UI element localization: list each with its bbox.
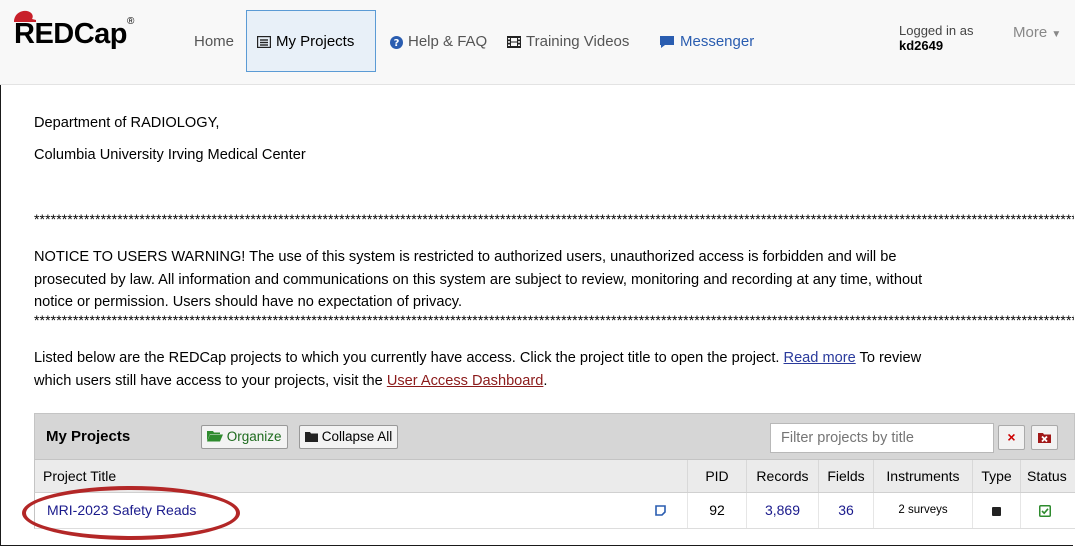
caret-down-icon: ▼	[1051, 29, 1062, 40]
organize-button[interactable]: Organize	[201, 425, 288, 449]
username: kd2649	[899, 38, 944, 53]
redcap-hat-icon	[14, 10, 36, 22]
nav-messenger[interactable]: Messenger	[659, 24, 754, 60]
collapse-all-label: Collapse All	[321, 429, 393, 444]
separator-stars-bottom: ****************************************…	[34, 312, 1074, 328]
chat-bubble-icon	[660, 36, 674, 49]
nav-my-projects[interactable]: My Projects	[246, 10, 376, 72]
redcap-logo[interactable]: REDCap®	[14, 10, 134, 51]
my-projects-panel-header: My Projects Organize Collapse All ×	[34, 413, 1075, 460]
listed-line-1: Listed below are the REDCap projects to …	[34, 347, 921, 369]
nav-training[interactable]: Training Videos	[507, 24, 629, 60]
note-icon[interactable]	[655, 505, 666, 516]
collapse-all-button[interactable]: Collapse All	[299, 425, 399, 449]
notice-line-2: prosecuted by law. All information and c…	[34, 272, 923, 288]
instruments-cell: 2 surveys	[873, 493, 972, 528]
question-circle-icon: ?	[390, 35, 403, 49]
nav-home[interactable]: Home	[194, 24, 234, 60]
production-check-icon	[1039, 505, 1051, 518]
organization-text: Columbia University Irving Medical Cente…	[34, 147, 306, 163]
read-more-link[interactable]: Read more	[784, 350, 856, 366]
user-access-dashboard-link[interactable]: User Access Dashboard	[387, 373, 544, 389]
col-pid[interactable]: PID	[687, 460, 746, 492]
folder-open-icon	[207, 431, 223, 442]
nav-training-label: Training Videos	[526, 33, 630, 50]
listed-text-2: which users still have access to your pr…	[34, 373, 383, 389]
svg-text:?: ?	[394, 38, 400, 49]
nav-home-label: Home	[194, 33, 235, 50]
more-label: More	[1013, 24, 1048, 41]
records-cell[interactable]: 3,869	[746, 493, 818, 528]
listed-period: .	[543, 373, 548, 389]
fields-cell[interactable]: 36	[818, 493, 873, 528]
organize-label: Organize	[226, 429, 282, 444]
pid-cell: 92	[687, 493, 746, 528]
film-icon	[507, 36, 521, 49]
top-navbar: REDCap® Home My Projects ? Help & FAQ Tr…	[0, 0, 1075, 85]
clear-filter-button[interactable]: ×	[998, 425, 1025, 450]
project-type-icon	[992, 506, 1001, 516]
logged-in-label: Logged in as	[899, 23, 974, 38]
type-cell	[972, 493, 1020, 528]
col-type[interactable]: Type	[972, 460, 1020, 492]
registered-mark: ®	[127, 16, 134, 27]
status-cell	[1020, 493, 1075, 528]
filter-projects-input[interactable]	[770, 423, 994, 453]
close-icon: ×	[1007, 429, 1016, 445]
col-instruments[interactable]: Instruments	[873, 460, 972, 492]
col-records[interactable]: Records	[746, 460, 818, 492]
clear-folder-button[interactable]	[1031, 425, 1058, 450]
folder-x-icon	[1038, 433, 1051, 443]
list-box-icon	[257, 36, 271, 49]
more-menu[interactable]: More ▼	[1013, 24, 1061, 41]
listed-line-2: which users still have access to your pr…	[34, 370, 547, 392]
col-status[interactable]: Status	[1020, 460, 1075, 492]
folder-icon	[305, 432, 318, 442]
nav-my-projects-label: My Projects	[276, 33, 355, 50]
col-fields[interactable]: Fields	[818, 460, 873, 492]
notice-line-1: NOTICE TO USERS WARNING! The use of this…	[34, 249, 897, 265]
department-text: Department of RADIOLOGY,	[34, 115, 220, 131]
projects-table-header: Project Title PID Records Fields Instrum…	[34, 460, 1075, 493]
listed-text-1: Listed below are the REDCap projects to …	[34, 350, 780, 366]
logged-in-info: Logged in as kd2649	[899, 23, 973, 53]
separator-stars-top: ****************************************…	[34, 211, 1074, 227]
nav-messenger-label: Messenger	[680, 33, 755, 50]
nav-help-label: Help & FAQ	[408, 33, 488, 50]
highlight-annotation-oval	[22, 486, 240, 540]
nav-help[interactable]: ? Help & FAQ	[390, 24, 487, 60]
listed-text-1b: To review	[859, 350, 922, 366]
panel-title: My Projects	[46, 428, 131, 445]
